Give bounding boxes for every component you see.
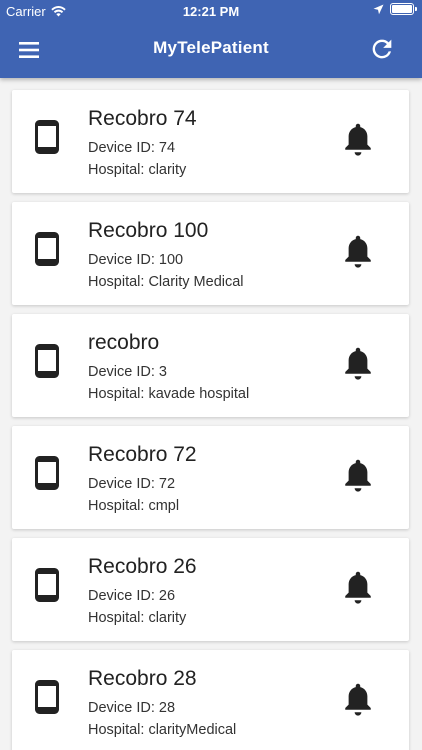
refresh-icon[interactable] [368, 35, 396, 63]
phone-icon [35, 568, 59, 602]
device-id: Device ID: 74 [88, 140, 176, 156]
device-name: Recobro 74 [88, 107, 197, 130]
phone-icon [35, 344, 59, 378]
device-name: Recobro 100 [88, 219, 209, 242]
location-arrow-icon [373, 4, 384, 14]
device-card[interactable]: recobro Device ID: 3 Hospital: kavade ho… [12, 314, 409, 417]
device-id: Device ID: 26 [88, 588, 176, 604]
bell-icon[interactable] [343, 235, 373, 269]
device-id: Device ID: 100 [88, 252, 184, 268]
phone-icon [35, 120, 59, 154]
device-hospital: Hospital: cmpl [88, 498, 180, 514]
device-hospital: Hospital: Clarity Medical [88, 274, 244, 290]
status-right [373, 3, 417, 15]
phone-icon [35, 680, 59, 714]
device-hospital: Hospital: clarity [88, 162, 187, 178]
battery-icon [390, 3, 417, 15]
device-id: Device ID: 3 [88, 364, 167, 380]
bell-icon[interactable] [343, 347, 373, 381]
bell-icon[interactable] [343, 459, 373, 493]
device-card[interactable]: Recobro 26 Device ID: 26 Hospital: clari… [12, 538, 409, 641]
toolbar: MyTelePatient [0, 22, 422, 78]
app-bar: Carrier 12:21 PM MyTelePatient [0, 0, 422, 78]
bell-icon[interactable] [343, 123, 373, 157]
device-card[interactable]: Recobro 28 Device ID: 28 Hospital: clari… [12, 650, 409, 750]
device-id: Device ID: 28 [88, 700, 176, 716]
device-list: Recobro 74 Device ID: 74 Hospital: clari… [12, 90, 409, 750]
status-bar: Carrier 12:21 PM [0, 0, 422, 22]
device-card[interactable]: Recobro 74 Device ID: 74 Hospital: clari… [12, 90, 409, 193]
device-name: Recobro 26 [88, 555, 197, 578]
status-time: 12:21 PM [182, 4, 240, 19]
device-hospital: Hospital: kavade hospital [88, 386, 250, 402]
page-title: MyTelePatient [153, 38, 269, 57]
device-hospital: Hospital: clarity [88, 610, 187, 626]
bell-icon[interactable] [343, 571, 373, 605]
device-card[interactable]: Recobro 100 Device ID: 100 Hospital: Cla… [12, 202, 409, 305]
bell-icon[interactable] [343, 683, 373, 717]
device-id: Device ID: 72 [88, 476, 176, 492]
device-card[interactable]: Recobro 72 Device ID: 72 Hospital: cmpl [12, 426, 409, 529]
device-hospital: Hospital: clarityMedical [88, 722, 237, 738]
device-name: recobro [88, 331, 160, 354]
device-name: Recobro 28 [88, 667, 197, 690]
phone-icon [35, 456, 59, 490]
device-name: Recobro 72 [88, 443, 197, 466]
phone-icon [35, 232, 59, 266]
